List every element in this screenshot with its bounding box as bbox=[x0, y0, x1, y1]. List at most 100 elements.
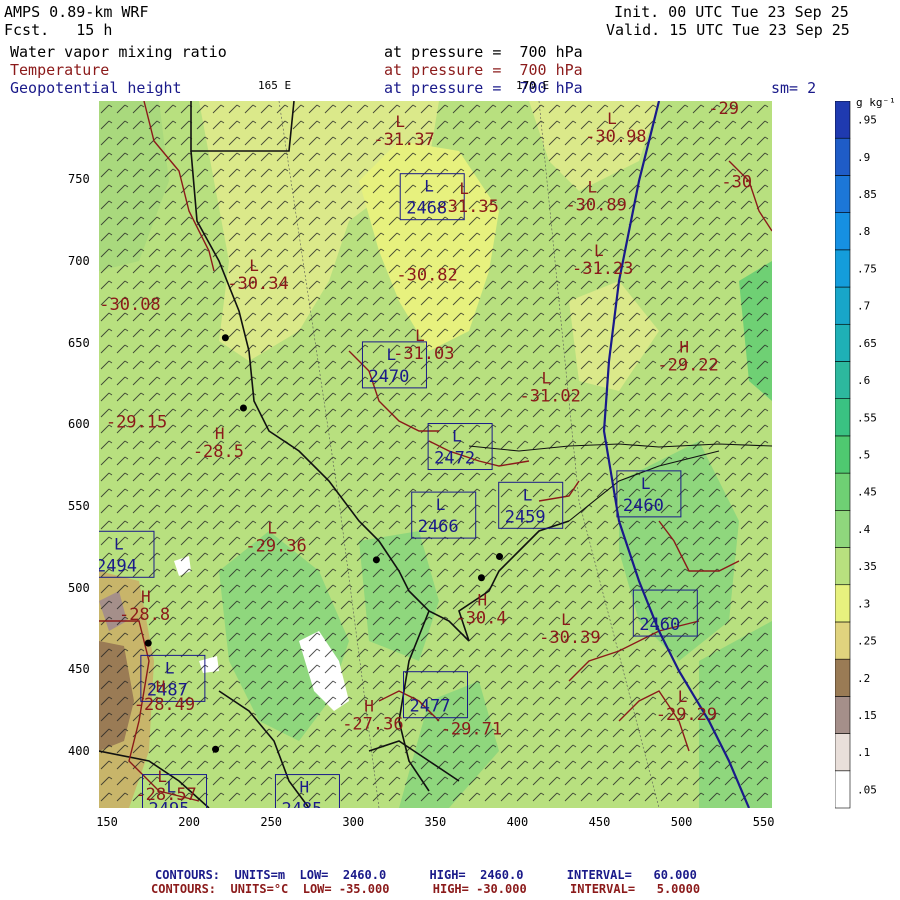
temperature-center-value: -28.57 bbox=[135, 785, 196, 805]
temperature-center-value: -30.39 bbox=[539, 628, 600, 648]
station-marker bbox=[239, 404, 247, 412]
colorbar-level-label: .25 bbox=[857, 635, 877, 648]
colorbar-level-label: .9 bbox=[857, 151, 870, 164]
longitude-label-170e: 170 E bbox=[516, 79, 550, 92]
temperature-center-value: -29.71 bbox=[441, 720, 502, 740]
temperature-center-value: -31.03 bbox=[393, 344, 454, 364]
colorbar-swatch bbox=[835, 175, 851, 213]
height-center-value: 2477 bbox=[410, 697, 451, 717]
y-tick-label: 550 bbox=[68, 498, 90, 513]
temperature-center-letter: L bbox=[561, 610, 571, 629]
temperature-center-letter: L bbox=[157, 767, 167, 786]
colorbar-level-label: .95 bbox=[857, 114, 877, 127]
temperature-center-letter: L bbox=[459, 179, 469, 198]
temperature-center-value: -31.23 bbox=[572, 259, 633, 279]
temperature-center-value: -30.82 bbox=[396, 266, 457, 286]
temperature-center-value: -28.5 bbox=[193, 442, 244, 462]
y-tick-label: 600 bbox=[68, 417, 90, 432]
x-tick-label: 350 bbox=[424, 815, 447, 829]
colorbar-swatch bbox=[835, 696, 851, 734]
map-panel: L2468L2470L2472L2466L2459L2460L2494L2487… bbox=[99, 101, 772, 808]
forecast-hour: Fcst. 15 h bbox=[4, 21, 113, 39]
colorbar-swatch bbox=[835, 547, 851, 586]
temperature-center-letter: L bbox=[607, 109, 617, 128]
colorbar-unit: g kg⁻¹ bbox=[856, 96, 896, 109]
temperature-center-letter: L bbox=[587, 177, 597, 196]
colorbar-swatch bbox=[835, 212, 851, 251]
station-marker bbox=[144, 639, 152, 647]
field-1-name: Water vapor mixing ratio bbox=[10, 43, 227, 61]
temperature-center-value: -29.22 bbox=[657, 355, 718, 375]
temperature-center-value: -29 bbox=[708, 101, 739, 119]
temperature-center-letter: H bbox=[141, 587, 151, 606]
x-tick-label: 150 bbox=[96, 815, 118, 829]
temperature-center-letter: H bbox=[215, 424, 225, 443]
colorbar-labels: .05 .1 .15 .2 .25 .3 .35 .4 .45 .5 .55 .6 .65 .7 .75 .8… bbox=[857, 114, 877, 797]
temperature-center-value: -29.29 bbox=[656, 705, 717, 725]
temperature-center-letter: L bbox=[594, 241, 604, 260]
height-center-value: 2460 bbox=[639, 615, 680, 635]
station-marker bbox=[372, 556, 380, 564]
temperature-center-value: -31.02 bbox=[519, 386, 580, 406]
field-3-level: at pressure = 700 hPa bbox=[384, 79, 583, 97]
temperature-center-value: -30.08 bbox=[99, 295, 160, 315]
temperature-center-value: -27.36 bbox=[342, 715, 403, 735]
temperature-center-value: -28.8 bbox=[119, 605, 170, 625]
height-center-letter: L bbox=[523, 485, 533, 504]
x-tick-label: 400 bbox=[506, 815, 529, 829]
field-2-name: Temperature bbox=[10, 61, 110, 79]
height-center-letter: L bbox=[436, 495, 446, 514]
temperature-center-letter: L bbox=[415, 326, 425, 345]
height-center-value: 2466 bbox=[418, 517, 459, 537]
temperature-center-letter: H bbox=[156, 677, 166, 696]
station-marker bbox=[212, 745, 220, 753]
colorbar-level-label: .65 bbox=[857, 337, 877, 350]
y-tick-label: 400 bbox=[68, 743, 90, 758]
colorbar-level-label: .3 bbox=[857, 597, 870, 610]
temperature-center-value: -29.15 bbox=[106, 413, 167, 433]
colorbar-swatch bbox=[835, 137, 851, 176]
colorbar-level-label: .5 bbox=[857, 449, 870, 462]
colorbar-level-label: .1 bbox=[857, 746, 870, 759]
footer-height-contours: CONTOURS: UNITS=m LOW= 2460.0 HIGH= 2460… bbox=[155, 868, 697, 882]
colorbar-swatch bbox=[835, 323, 851, 362]
colorbar-level-label: .4 bbox=[857, 523, 871, 536]
colorbar-swatch bbox=[835, 101, 851, 139]
colorbar-level-label: .85 bbox=[857, 188, 877, 201]
height-center-value: 2472 bbox=[434, 449, 475, 469]
height-center-value: 2485 bbox=[281, 800, 322, 808]
colorbar-swatch bbox=[835, 770, 851, 809]
colorbar-level-label: .15 bbox=[857, 709, 877, 722]
colorbar-level-label: .2 bbox=[857, 672, 870, 685]
field-2-level: at pressure = 700 hPa bbox=[384, 61, 583, 79]
colorbar-level-label: .05 bbox=[857, 783, 877, 796]
temperature-center-value: -31.35 bbox=[437, 197, 498, 217]
colorbar-swatch bbox=[835, 584, 851, 623]
temperature-center-value: -30 bbox=[721, 173, 752, 193]
temperature-center-value: -31.37 bbox=[373, 130, 434, 150]
temperature-center-value: -30.4 bbox=[455, 608, 506, 628]
colorbar-swatch bbox=[835, 472, 851, 511]
height-center-value: 2459 bbox=[505, 507, 546, 527]
temperature-center-letter: L bbox=[678, 687, 688, 706]
y-tick-label: 500 bbox=[68, 580, 90, 595]
colorbar-swatch bbox=[835, 249, 851, 288]
colorbar-level-label: .45 bbox=[857, 486, 877, 499]
height-center-letter: L bbox=[641, 474, 651, 493]
x-tick-label: 550 bbox=[752, 815, 775, 829]
station-marker bbox=[221, 334, 229, 342]
temperature-center-value: -29.36 bbox=[245, 537, 306, 557]
height-center-letter: H bbox=[299, 778, 309, 797]
colorbar-level-label: .35 bbox=[857, 560, 877, 573]
colorbar: .05 .1 .15 .2 .25 .3 .35 .4 .45 .5 .55 .6 .65 .7 .75 .8… bbox=[835, 101, 877, 809]
model-title: AMPS 0.89-km WRF bbox=[4, 3, 149, 21]
colorbar-swatch bbox=[835, 658, 851, 697]
colorbar-level-label: .75 bbox=[857, 262, 877, 275]
y-tick-label: 450 bbox=[68, 662, 90, 677]
colorbar-swatch bbox=[835, 286, 851, 325]
colorbar-level-label: .6 bbox=[857, 374, 870, 387]
temperature-center-letter: H bbox=[364, 697, 374, 716]
x-tick-label: 200 bbox=[178, 815, 200, 829]
height-center-letter: L bbox=[452, 427, 462, 446]
smoothing-label: sm= 2 bbox=[771, 79, 817, 97]
